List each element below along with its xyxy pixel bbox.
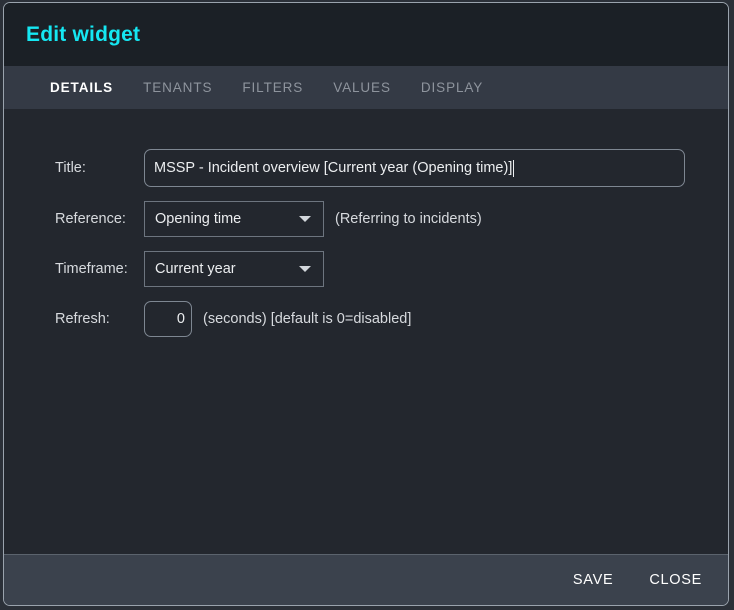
save-button[interactable]: SAVE	[571, 566, 615, 594]
text-caret	[513, 160, 514, 177]
dialog-footer: SAVE CLOSE	[4, 554, 728, 605]
dialog-header: Edit widget	[4, 3, 728, 66]
tab-bar: DETAILS TENANTS FILTERS VALUES DISPLAY	[4, 66, 728, 109]
refresh-input[interactable]: 0	[144, 301, 192, 337]
details-panel: Title: MSSP - Incident overview [Current…	[4, 109, 728, 554]
edit-widget-dialog: Edit widget DETAILS TENANTS FILTERS VALU…	[3, 2, 729, 606]
reference-row: Reference: Opening time (Referring to in…	[4, 193, 728, 244]
chevron-down-icon	[299, 266, 311, 272]
reference-select-value: Opening time	[155, 211, 293, 227]
chevron-down-icon	[299, 216, 311, 222]
refresh-label: Refresh:	[55, 311, 144, 327]
tab-filters[interactable]: FILTERS	[242, 80, 303, 95]
title-row: Title: MSSP - Incident overview [Current…	[4, 143, 728, 193]
dialog-title: Edit widget	[26, 23, 140, 47]
refresh-row: Refresh: 0 (seconds) [default is 0=disab…	[4, 294, 728, 344]
timeframe-select[interactable]: Current year	[144, 251, 324, 287]
reference-label: Reference:	[55, 211, 144, 227]
timeframe-label: Timeframe:	[55, 261, 144, 277]
close-button[interactable]: CLOSE	[647, 566, 704, 594]
tab-values[interactable]: VALUES	[333, 80, 391, 95]
tab-details[interactable]: DETAILS	[50, 80, 113, 95]
reference-hint: (Referring to incidents)	[335, 211, 482, 227]
refresh-hint: (seconds) [default is 0=disabled]	[203, 311, 411, 327]
timeframe-select-value: Current year	[155, 261, 293, 277]
refresh-input-value: 0	[177, 311, 185, 327]
tab-tenants[interactable]: TENANTS	[143, 80, 212, 95]
title-input-value: MSSP - Incident overview [Current year (…	[154, 160, 512, 176]
reference-select[interactable]: Opening time	[144, 201, 324, 237]
tab-display[interactable]: DISPLAY	[421, 80, 483, 95]
title-label: Title:	[55, 160, 144, 176]
timeframe-row: Timeframe: Current year	[4, 244, 728, 294]
title-input[interactable]: MSSP - Incident overview [Current year (…	[144, 149, 685, 187]
